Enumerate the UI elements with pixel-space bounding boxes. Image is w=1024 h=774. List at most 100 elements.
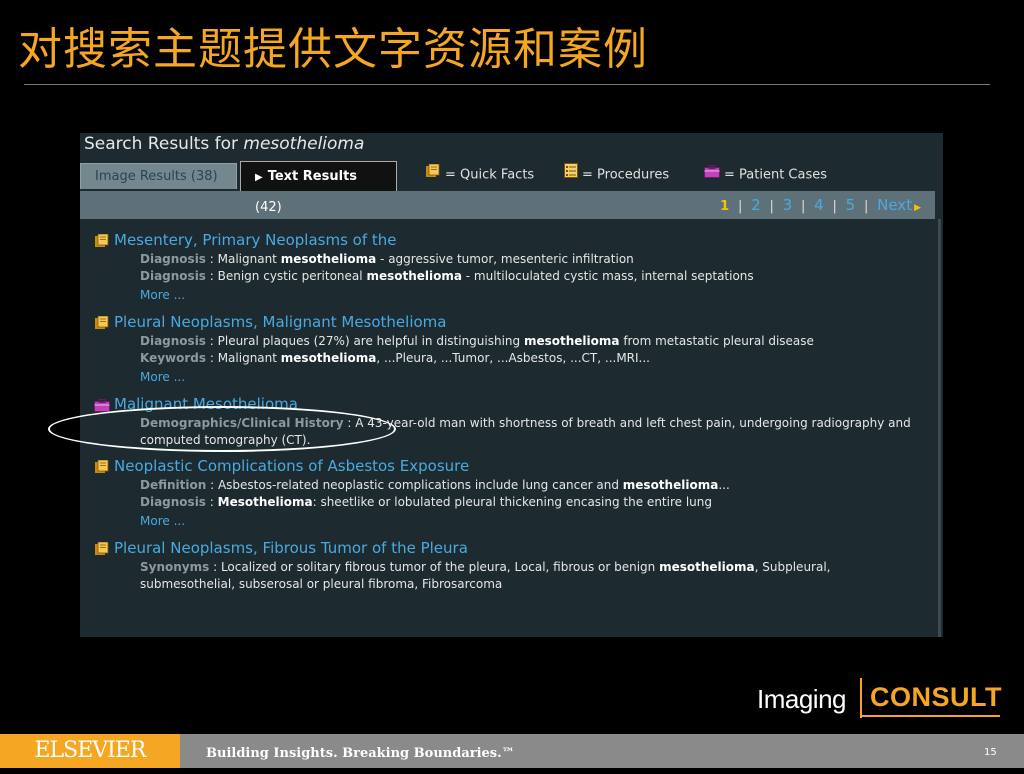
snippet-text: Benign cystic peritoneal (217, 269, 367, 283)
snippet-term: Mesothelioma (217, 495, 313, 509)
search-query: mesothelioma (243, 134, 365, 154)
search-heading-prefix: Search Results for (84, 134, 238, 154)
snippet-sep: : (205, 495, 218, 509)
snippet-text: Pleural plaques (27%) are helpful in dis… (217, 334, 524, 348)
logo-underline (862, 715, 1000, 717)
snippet-text: - aggressive tumor, mesenteric infiltrat… (376, 252, 634, 266)
page-current: 1 (720, 199, 730, 214)
page-link-3[interactable]: 3 (783, 196, 793, 214)
snippet-sep: : (209, 560, 221, 574)
legend-patient-cases-label: = Patient Cases (724, 167, 828, 183)
snippet-label: Diagnosis (140, 334, 206, 348)
page-link-5[interactable]: 5 (846, 196, 856, 214)
quick-facts-icon (94, 458, 110, 480)
snippet-sep: : (206, 478, 218, 492)
page-link-4[interactable]: 4 (814, 196, 824, 214)
page-link-2[interactable]: 2 (751, 196, 761, 214)
quick-facts-icon (425, 161, 441, 189)
list-item: Neoplastic Complications of Asbestos Exp… (94, 455, 938, 531)
snippet-text: ... (718, 478, 730, 492)
result-title-text[interactable]: Pleural Neoplasms, Fibrous Tumor of the … (114, 539, 468, 557)
snippet-label: Diagnosis (140, 252, 206, 266)
tab-text-results-label: Text Results (267, 169, 358, 184)
snippet-text: - multiloculated cystic mass, internal s… (461, 269, 754, 283)
page-separator: | (863, 199, 869, 214)
result-title[interactable]: Mesentery, Primary Neoplasms of the (94, 229, 938, 251)
result-snippet: Diagnosis : Mesothelioma: sheetlike or l… (94, 494, 938, 511)
legend-patient-cases: = Patient Cases (704, 161, 827, 189)
snippet-term: mesothelioma (622, 478, 719, 492)
logo-imaging-text: Imaging (757, 684, 847, 714)
procedures-icon (564, 161, 578, 189)
snippet-text: , ...Pleura, ...Tumor, ...Asbestos, ...C… (376, 351, 650, 365)
pagination: 1 | 2 | 3 | 4 | 5 | Next ▶ (80, 191, 935, 219)
result-title-text[interactable]: Mesentery, Primary Neoplasms of the (114, 231, 397, 249)
snippet-term: mesothelioma (659, 560, 755, 574)
snippet-label: Keywords (140, 351, 207, 365)
snippet-sep: : (205, 252, 218, 266)
elsevier-logo: ELSEVIER (0, 734, 180, 768)
snippet-text: Malignant (217, 351, 281, 365)
search-results-panel: Search Results for mesothelioma Image Re… (80, 133, 943, 637)
page-separator: | (832, 199, 837, 214)
more-link[interactable]: More ... (94, 511, 938, 531)
snippet-label: Diagnosis (140, 269, 206, 283)
tab-image-results[interactable]: Image Results (38) (80, 163, 237, 189)
logo-consult-text: CONSULT (870, 682, 1002, 712)
tab-image-results-label: Image Results (38) (95, 169, 218, 184)
result-snippet: Diagnosis : Pleural plaques (27%) are he… (94, 333, 938, 350)
next-page-link[interactable]: Next (877, 196, 912, 214)
more-link[interactable]: More ... (94, 285, 938, 305)
snippet-text: Asbestos-related neoplastic complication… (217, 478, 623, 492)
snippet-sep: : (205, 334, 218, 348)
result-snippet: Definition : Asbestos-related neoplastic… (94, 477, 938, 494)
result-title-text[interactable]: Pleural Neoplasms, Malignant Mesotheliom… (114, 313, 446, 331)
snippet-label: Definition (140, 478, 207, 492)
page-separator: | (769, 199, 774, 214)
legend-procedures: = Procedures (564, 161, 669, 189)
patient-cases-icon (704, 161, 720, 189)
list-item: Mesentery, Primary Neoplasms of the Diag… (94, 229, 938, 305)
result-title-text[interactable]: Neoplastic Complications of Asbestos Exp… (114, 457, 469, 475)
snippet-sep: : (205, 269, 218, 283)
footer-tagline: Building Insights. Breaking Boundaries.™ (206, 746, 515, 761)
slide-footer: ELSEVIER Building Insights. Breaking Bou… (0, 734, 1024, 768)
highlight-ellipse (48, 406, 396, 452)
snippet-term: mesothelioma (523, 334, 620, 348)
result-title[interactable]: Pleural Neoplasms, Fibrous Tumor of the … (94, 537, 938, 559)
tab-active-arrow-icon: ▶ (255, 172, 263, 183)
legend-procedures-label: = Procedures (582, 167, 670, 183)
list-item: Pleural Neoplasms, Malignant Mesotheliom… (94, 311, 938, 387)
tab-text-results[interactable]: ▶ Text Results (42) (240, 161, 397, 215)
list-item: Pleural Neoplasms, Fibrous Tumor of the … (94, 537, 938, 593)
tab-text-results-count: (42) (255, 200, 282, 215)
result-title[interactable]: Pleural Neoplasms, Malignant Mesotheliom… (94, 311, 938, 333)
snippet-text: Localized or solitary fibrous tumor of t… (220, 560, 660, 574)
slide-title: 对搜索主题提供文字资源和案例 (18, 24, 648, 75)
snippet-text: Malignant (217, 252, 281, 266)
search-results-heading: Search Results for mesothelioma (80, 133, 943, 161)
more-link[interactable]: More ... (94, 367, 938, 387)
snippet-term: mesothelioma (366, 269, 462, 283)
snippet-label: Synonyms (140, 560, 210, 574)
page-separator: | (737, 199, 743, 214)
snippet-label: Diagnosis (140, 495, 206, 509)
snippet-term: mesothelioma (280, 351, 377, 365)
quick-facts-icon (94, 232, 110, 254)
quick-facts-icon (94, 314, 110, 336)
page-separator: | (800, 199, 806, 214)
next-arrow-icon[interactable]: ▶ (914, 203, 921, 213)
snippet-term: mesothelioma (280, 252, 377, 266)
snippet-text: : sheetlike or lobulated pleural thicken… (312, 495, 712, 509)
legend-quick-facts: = Quick Facts (425, 161, 534, 189)
snippet-sep: : (206, 351, 218, 365)
results-tabbar: Image Results (38) ▶ Text Results (42) = … (80, 161, 943, 215)
logo-divider (860, 678, 862, 718)
snippet-text: from metastatic pleural disease (619, 334, 814, 348)
result-title[interactable]: Neoplastic Complications of Asbestos Exp… (94, 455, 938, 477)
page-number: 15 (984, 747, 997, 758)
result-snippet: Diagnosis : Malignant mesothelioma - agg… (94, 251, 938, 268)
legend-quick-facts-label: = Quick Facts (445, 167, 535, 183)
result-snippet: Synonyms : Localized or solitary fibrous… (94, 559, 938, 593)
result-snippet: Diagnosis : Benign cystic peritoneal mes… (94, 268, 938, 285)
